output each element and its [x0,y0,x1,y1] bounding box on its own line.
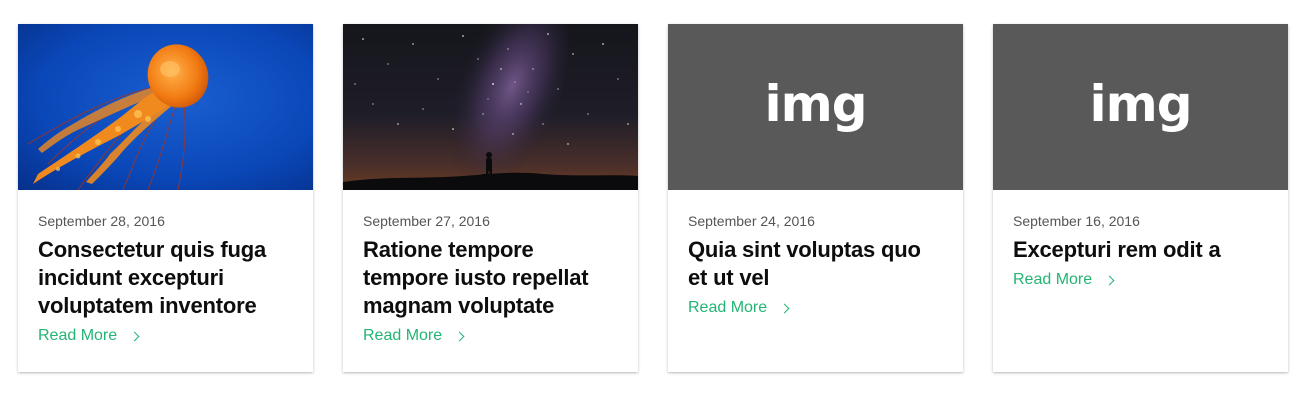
post-grid: September 28, 2016 Consectetur quis fuga… [18,24,1288,372]
image-placeholder: img [668,24,963,190]
read-more-label: Read More [688,299,768,316]
read-more-link[interactable]: Read More [363,325,465,347]
read-more-label: Read More [363,327,443,344]
post-card: img September 24, 2016 Quia sint volupta… [668,24,963,372]
image-placeholder: img [993,24,1288,190]
chevron-right-icon [129,331,140,342]
chevron-right-icon [779,303,790,314]
post-thumbnail-milky-way[interactable] [343,24,638,190]
placeholder-label: img [764,75,867,133]
post-card: img September 16, 2016 Excepturi rem odi… [993,24,1288,372]
post-date: September 27, 2016 [363,213,490,229]
post-thumbnail-jellyfish[interactable] [18,24,313,190]
post-thumbnail-placeholder[interactable]: img [993,24,1288,190]
post-title[interactable]: Ratione tempore tempore iusto repellat m… [363,236,618,320]
post-thumbnail-placeholder[interactable]: img [668,24,963,190]
read-more-link[interactable]: Read More [1013,269,1115,291]
chevron-right-icon [454,331,465,342]
post-date: September 28, 2016 [38,213,165,229]
milky-way-image [343,24,638,190]
jellyfish-image [18,24,313,190]
read-more-link[interactable]: Read More [688,297,790,319]
post-title[interactable]: Consectetur quis fuga incidunt excepturi… [38,236,293,320]
placeholder-label: img [1089,75,1192,133]
read-more-label: Read More [1013,271,1093,288]
post-card: September 28, 2016 Consectetur quis fuga… [18,24,313,372]
post-date: September 24, 2016 [688,213,815,229]
read-more-label: Read More [38,327,118,344]
post-card: September 27, 2016 Ratione tempore tempo… [343,24,638,372]
chevron-right-icon [1104,275,1115,286]
post-title[interactable]: Excepturi rem odit a [1013,236,1268,264]
post-date: September 16, 2016 [1013,213,1140,229]
post-title[interactable]: Quia sint voluptas quo et ut vel [688,236,943,292]
read-more-link[interactable]: Read More [38,325,140,347]
